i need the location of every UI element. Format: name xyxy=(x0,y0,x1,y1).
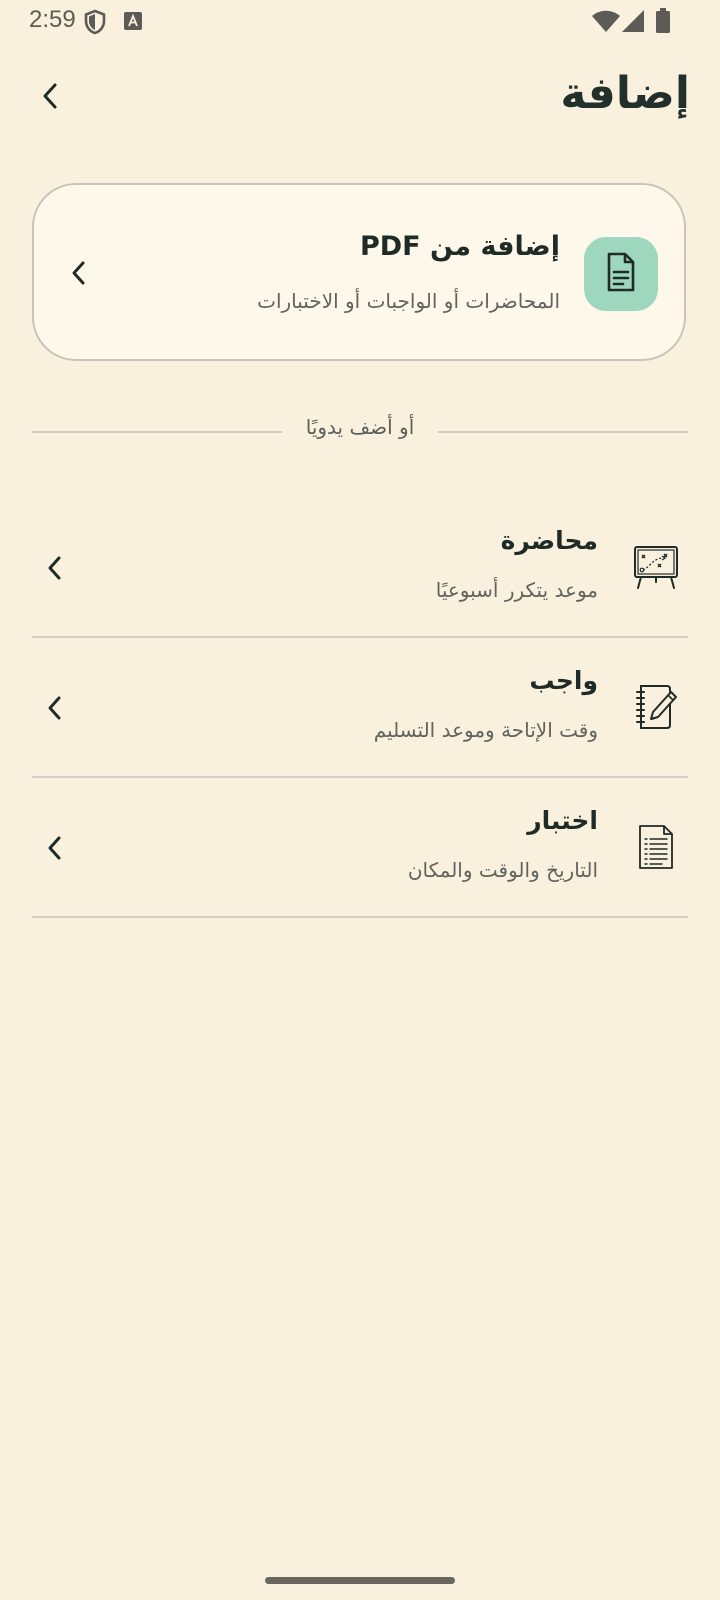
chevron-left-icon xyxy=(40,82,60,114)
pdf-icon-container xyxy=(584,237,658,311)
exam-sheet-icon xyxy=(632,822,680,872)
pdf-card-title: إضافة من PDF xyxy=(359,231,560,262)
divider-label: أو أضف يدويًا xyxy=(305,415,415,439)
status-time: 2:59 xyxy=(29,6,76,33)
home-indicator[interactable] xyxy=(265,1577,455,1584)
list-item-exam[interactable]: اختبار التاريخ والوقت والمكان xyxy=(32,780,688,918)
assignment-title: واجب xyxy=(529,666,598,695)
page-title: إضافة xyxy=(560,68,690,119)
pdf-card-subtitle: المحاضرات أو الواجبات أو الاختبارات xyxy=(257,289,560,313)
manual-add-divider: أو أضف يدويًا xyxy=(32,415,688,449)
chevron-left-icon xyxy=(40,550,70,586)
signal-icon xyxy=(622,10,644,36)
keyboard-a-icon xyxy=(124,12,142,34)
whiteboard-icon xyxy=(632,542,680,592)
notebook-pen-icon xyxy=(632,682,680,732)
list-item-assignment[interactable]: واجب وقت الإتاحة وموعد التسليم xyxy=(32,640,688,778)
divider-line-right xyxy=(438,431,688,433)
chevron-left-icon xyxy=(64,255,94,291)
add-from-pdf-card[interactable]: إضافة من PDF المحاضرات أو الواجبات أو ال… xyxy=(32,183,686,361)
battery-icon xyxy=(656,8,670,37)
shield-icon xyxy=(84,9,106,39)
chevron-left-icon xyxy=(40,690,70,726)
assignment-subtitle: وقت الإتاحة وموعد التسليم xyxy=(373,718,598,742)
lecture-title: محاضرة xyxy=(500,526,598,555)
exam-title: اختبار xyxy=(527,806,598,835)
wifi-icon xyxy=(592,10,620,36)
lecture-subtitle: موعد يتكرر أسبوعيًا xyxy=(435,578,598,602)
document-icon xyxy=(606,252,636,296)
back-button[interactable] xyxy=(30,76,70,120)
status-bar: 2:59 xyxy=(0,0,720,44)
chevron-left-icon xyxy=(40,830,70,866)
list-item-lecture[interactable]: محاضرة موعد يتكرر أسبوعيًا xyxy=(32,500,688,638)
divider-line-left xyxy=(32,431,282,433)
exam-subtitle: التاريخ والوقت والمكان xyxy=(407,858,598,882)
